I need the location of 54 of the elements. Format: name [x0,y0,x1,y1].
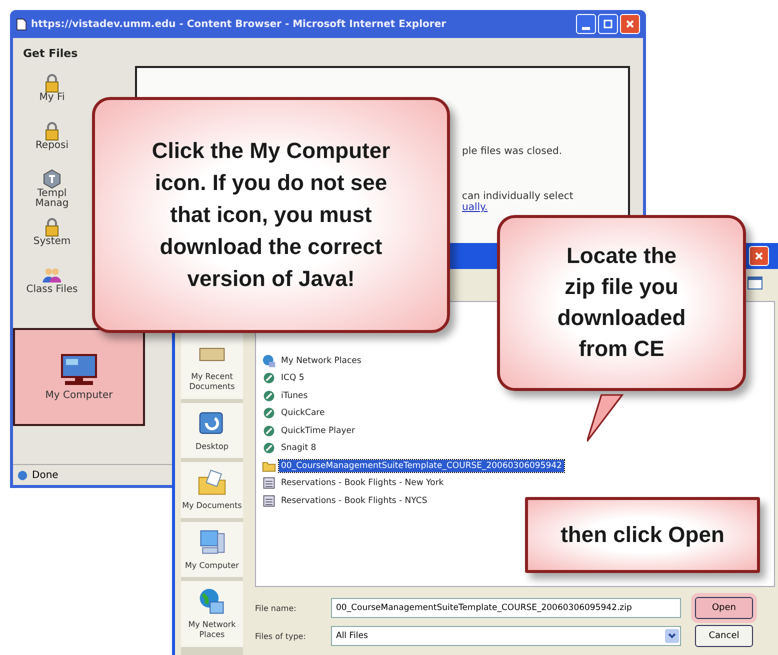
shortcut-icon [262,424,276,438]
callout-text: Locate the zip file you downloaded from CE [497,215,746,391]
message-text: can individually select [462,191,574,202]
file-item[interactable]: Reservations - Book Flights - New York [279,477,446,490]
file-type-dropdown[interactable]: All Files [331,626,681,646]
shortcut-icon [262,441,276,456]
sidebar-item[interactable]: Reposi [13,118,91,166]
document-icon [262,494,276,508]
hexagon-icon [42,169,62,189]
status-text: Done [32,470,58,480]
sidebar-item[interactable]: My Computer [13,328,145,426]
maximize-button[interactable] [598,14,618,34]
field-label: Files of type: [255,632,307,640]
file-item[interactable]: QuickTime Player [279,424,357,437]
message-text: ple files was closed. [462,146,562,157]
sidebar-item[interactable]: Class Files [13,262,91,310]
view-menu-icon[interactable] [747,275,763,291]
close-button[interactable] [749,246,769,266]
file-item[interactable]: iTunes [279,390,310,402]
sidebar-item[interactable]: My Fi [13,70,91,118]
callout-text: then click Open [525,497,760,573]
shortcut-icon [262,371,276,386]
places-item[interactable]: My Network Places [181,580,243,647]
computer-icon [59,353,99,387]
file-item[interactable]: Reservations - Book Flights - NYCS [279,494,430,507]
close-icon [754,251,764,261]
places-item[interactable]: My Computer [181,522,243,577]
close-icon [625,19,635,29]
sidebar-item[interactable]: System [13,214,91,262]
minimize-button[interactable] [576,14,596,34]
places-item[interactable]: My Recent Documents [181,333,243,399]
cancel-button[interactable]: Cancel [695,625,753,647]
panel-heading: Get Files [22,46,79,62]
link[interactable]: ually. [462,202,488,213]
file-item[interactable]: My Network Places [279,354,364,367]
network-icon [262,354,276,368]
window-title: https://vistadev.umm.edu - Content Browser - Microsoft Internet Explorer [31,18,448,30]
maximize-icon [603,19,613,29]
file-item[interactable]: ICQ 5 [279,372,306,384]
minimize-icon [582,26,590,30]
sidebar-item[interactable]: Templ Manag [13,166,91,214]
field-label: File name: [255,604,298,612]
file-item[interactable]: 00_CourseManagementSuiteTemplate_COURSE_20060306095942 [279,460,564,472]
shortcut-icon [262,388,276,403]
callout-text: Click the My Computer icon. If you do not see that icon, you must download the correct version of Java! [92,97,450,333]
file-item[interactable]: Snagit 8 [279,442,318,454]
places-item[interactable]: My Documents [181,462,243,518]
chevron-down-icon [665,629,679,643]
close-button[interactable] [620,14,640,34]
shortcut-icon [262,406,276,420]
places-item[interactable]: Desktop [181,402,243,458]
file-name-field[interactable]: 00_CourseManagementSuiteTemplate_COURSE_20060306095942.zip [331,598,681,618]
document-icon [262,476,276,490]
file-item[interactable]: QuickCare [279,407,327,420]
